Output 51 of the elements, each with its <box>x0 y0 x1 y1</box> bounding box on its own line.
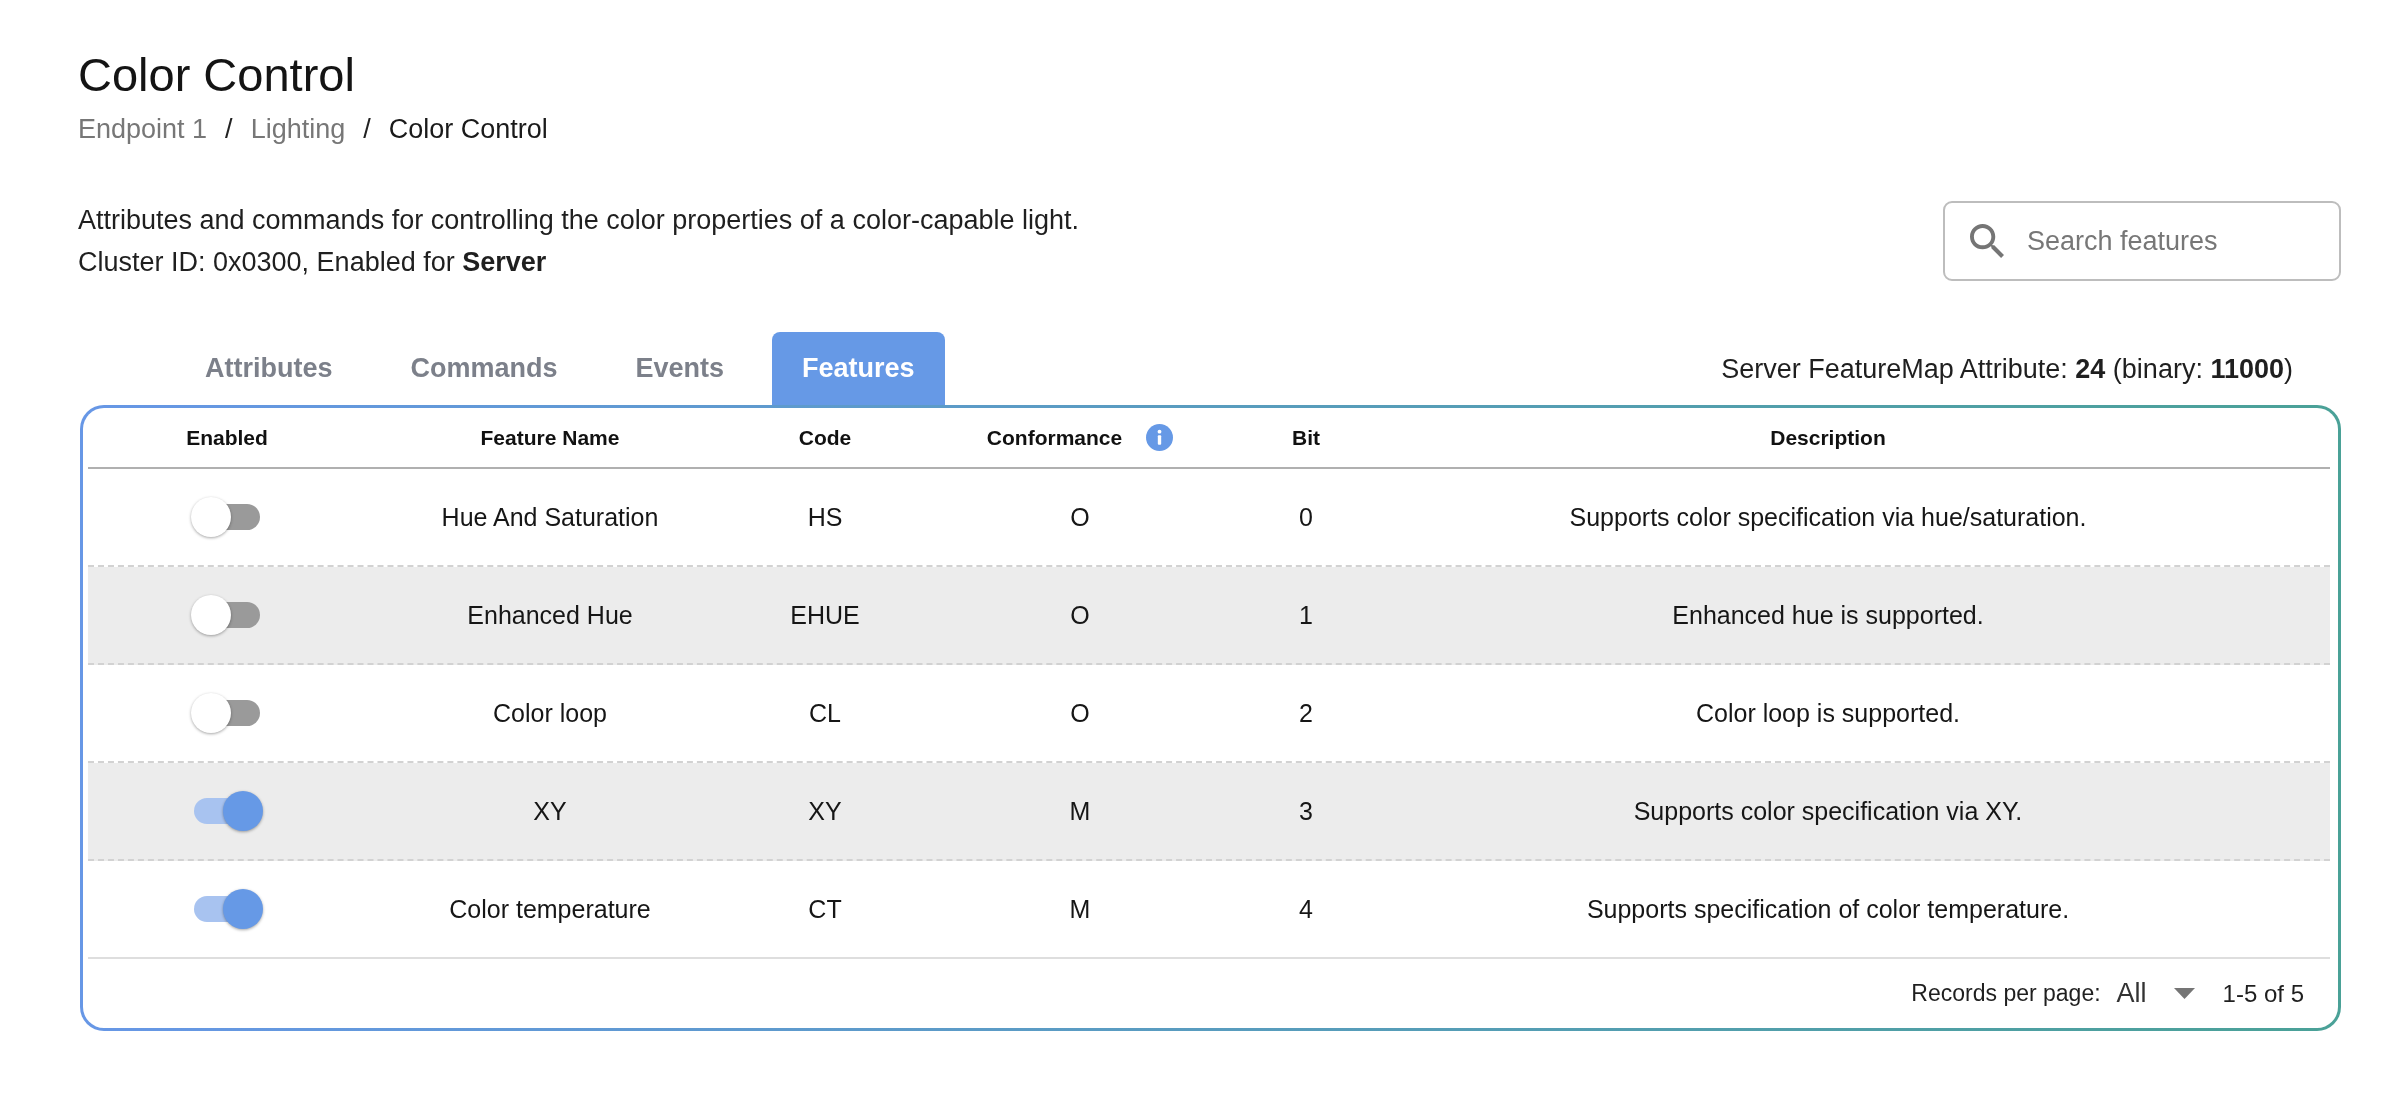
bit-value: 1 <box>1299 600 1313 630</box>
column-header: Enabled <box>186 425 268 450</box>
conformance-value: O <box>1070 698 1090 728</box>
feature-description: Enhanced hue is supported. <box>1672 600 1984 630</box>
conformance-value: O <box>1070 502 1090 532</box>
caret-icon <box>2173 988 2195 999</box>
feature-description: Supports specification of color temperature. <box>1586 894 2070 924</box>
column-header: Description <box>1770 425 1886 450</box>
breadcrumb-link[interactable]: Endpoint 1 <box>78 109 208 149</box>
info-icon[interactable] <box>1146 424 1174 451</box>
breadcrumb-separator: / <box>363 113 371 146</box>
feature-description: Supports color specification via XY. <box>1633 796 2023 826</box>
tab[interactable]: Commands <box>380 332 588 405</box>
feature-description: Supports color specification via hue/saturation. <box>1569 502 2087 532</box>
search-icon <box>1970 224 2004 258</box>
cluster-info: Cluster ID: 0x0300, Enabled for Server <box>78 246 548 279</box>
page-title: Color Control <box>78 47 356 103</box>
pagination-range: 1-5 of 5 <box>2222 979 2304 1008</box>
feature-code: CT <box>808 894 842 924</box>
records-per-page-select[interactable]: All <box>2116 978 2195 1009</box>
tab[interactable]: Events <box>605 332 755 405</box>
feature-description: Color loop is supported. <box>1695 698 1960 728</box>
feature-map-info: Server FeatureMap Attribute: 24 (binary: 11000) <box>1721 352 2293 386</box>
column-header: Bit <box>1292 425 1320 450</box>
feature-code: HS <box>807 502 843 532</box>
feature-code: CL <box>809 698 841 728</box>
feature-name: Hue And Saturation <box>441 502 659 532</box>
column-header: Code <box>798 425 852 450</box>
bit-value: 4 <box>1299 894 1313 924</box>
feature-code: XY <box>808 796 842 826</box>
column-header: Conformance <box>986 425 1123 450</box>
tab[interactable]: Features <box>772 332 945 405</box>
conformance-value: M <box>1069 796 1091 826</box>
conformance-value: M <box>1069 894 1091 924</box>
feature-name: Enhanced Hue <box>467 600 633 630</box>
cluster-description: Attributes and commands for controlling the color properties of a color-capable light. <box>78 204 1080 237</box>
feature-name: XY <box>533 796 567 826</box>
feature-name: Color temperature <box>449 894 651 924</box>
breadcrumb-link[interactable]: Lighting <box>250 109 346 149</box>
records-per-page-label: Records per page: <box>1911 980 2101 1007</box>
feature-code: EHUE <box>790 600 860 630</box>
bit-value: 0 <box>1299 502 1313 532</box>
conformance-value: O <box>1070 600 1090 630</box>
breadcrumb-current: Color Control <box>388 113 548 146</box>
column-header: Feature Name <box>480 425 620 450</box>
bit-value: 3 <box>1299 796 1313 826</box>
search-field[interactable]: Search features <box>1943 201 2341 281</box>
breadcrumb-separator: / <box>225 113 233 146</box>
tab[interactable]: Attributes <box>175 332 363 405</box>
feature-name: Color loop <box>493 698 607 728</box>
bit-value: 2 <box>1299 698 1313 728</box>
